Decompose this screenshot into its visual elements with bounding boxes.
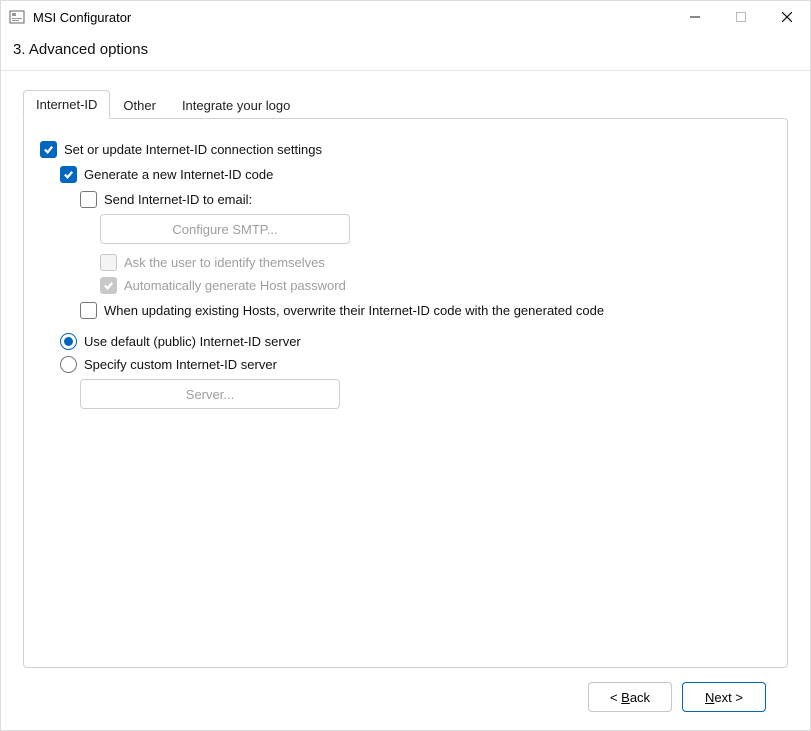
checkbox-auto-gen-pw bbox=[100, 277, 117, 294]
row-send-email: Send Internet-ID to email: bbox=[80, 191, 771, 208]
row-auto-gen-pw: Automatically generate Host password bbox=[100, 277, 771, 294]
row-overwrite: When updating existing Hosts, overwrite … bbox=[80, 302, 771, 319]
tab-label: Other bbox=[123, 98, 156, 113]
configure-smtp-button: Configure SMTP... bbox=[100, 214, 350, 244]
back-button[interactable]: < Back bbox=[588, 682, 672, 712]
button-label: < Back bbox=[610, 690, 650, 705]
app-icon bbox=[9, 9, 25, 25]
label-use-default: Use default (public) Internet-ID server bbox=[84, 334, 301, 349]
row-use-default: Use default (public) Internet-ID server bbox=[60, 333, 771, 350]
radio-specify-custom[interactable] bbox=[60, 356, 77, 373]
label-overwrite: When updating existing Hosts, overwrite … bbox=[104, 303, 604, 318]
tab-label: Internet-ID bbox=[36, 97, 97, 112]
button-label: Next > bbox=[705, 690, 743, 705]
checkbox-send-email[interactable] bbox=[80, 191, 97, 208]
row-generate-new: Generate a new Internet-ID code bbox=[60, 166, 771, 183]
minimize-button[interactable] bbox=[672, 1, 718, 33]
button-label: Server... bbox=[186, 387, 234, 402]
row-server-button: Server... bbox=[80, 379, 771, 409]
next-button[interactable]: Next > bbox=[682, 682, 766, 712]
window-root: MSI Configurator 3. Advanced options Int… bbox=[0, 0, 811, 731]
tab-panel-internet-id: Set or update Internet-ID connection set… bbox=[23, 118, 788, 668]
button-label: Configure SMTP... bbox=[172, 222, 277, 237]
window-title: MSI Configurator bbox=[33, 10, 131, 25]
checkbox-set-or-update[interactable] bbox=[40, 141, 57, 158]
footer: < Back Next > bbox=[23, 668, 788, 730]
maximize-button bbox=[718, 1, 764, 33]
server-button: Server... bbox=[80, 379, 340, 409]
row-configure-smtp: Configure SMTP... bbox=[100, 214, 771, 244]
tab-integrate-logo[interactable]: Integrate your logo bbox=[169, 91, 303, 119]
checkbox-overwrite[interactable] bbox=[80, 302, 97, 319]
tab-other[interactable]: Other bbox=[110, 91, 169, 119]
content: Internet-ID Other Integrate your logo Se… bbox=[1, 71, 810, 730]
radio-use-default[interactable] bbox=[60, 333, 77, 350]
tab-internet-id[interactable]: Internet-ID bbox=[23, 90, 110, 119]
checkbox-ask-identify bbox=[100, 254, 117, 271]
label-ask-identify: Ask the user to identify themselves bbox=[124, 255, 325, 270]
row-ask-identify: Ask the user to identify themselves bbox=[100, 254, 771, 271]
label-auto-gen-pw: Automatically generate Host password bbox=[124, 278, 346, 293]
step-header: 3. Advanced options bbox=[1, 33, 810, 71]
row-specify-custom: Specify custom Internet-ID server bbox=[60, 356, 771, 373]
label-generate-new: Generate a new Internet-ID code bbox=[84, 167, 273, 182]
row-set-or-update: Set or update Internet-ID connection set… bbox=[40, 141, 771, 158]
tabstrip: Internet-ID Other Integrate your logo bbox=[23, 89, 788, 118]
checkbox-generate-new[interactable] bbox=[60, 166, 77, 183]
label-send-email: Send Internet-ID to email: bbox=[104, 192, 252, 207]
label-specify-custom: Specify custom Internet-ID server bbox=[84, 357, 277, 372]
label-set-or-update: Set or update Internet-ID connection set… bbox=[64, 142, 322, 157]
tab-label: Integrate your logo bbox=[182, 98, 290, 113]
titlebar: MSI Configurator bbox=[1, 1, 810, 33]
close-button[interactable] bbox=[764, 1, 810, 33]
window-controls bbox=[672, 1, 810, 33]
